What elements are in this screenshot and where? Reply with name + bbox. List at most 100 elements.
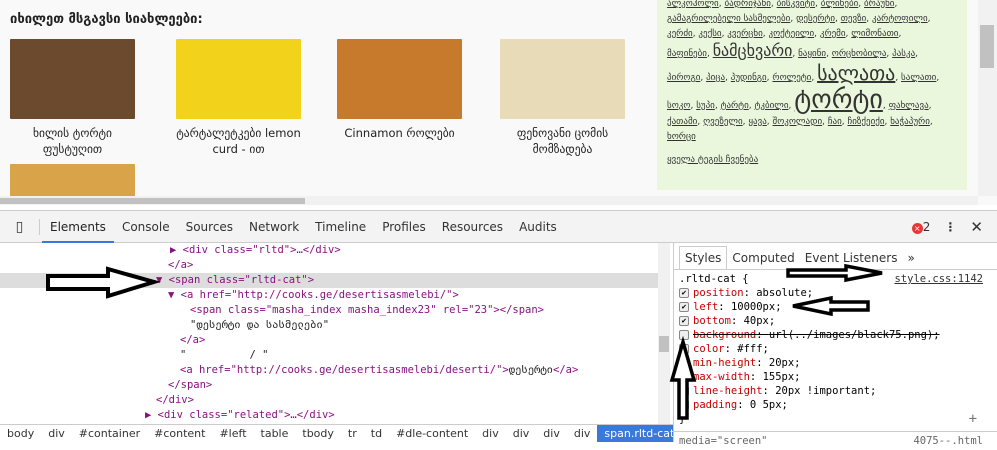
tag-link[interactable]: პასკა — [892, 49, 915, 59]
property-value[interactable]: 40px; — [744, 315, 776, 327]
styles-tab[interactable]: » — [902, 247, 919, 269]
property-value[interactable]: url(../images/black75.png); — [769, 329, 940, 341]
breadcrumb-item[interactable]: tr — [341, 425, 364, 442]
breadcrumb-item[interactable]: div — [567, 425, 598, 442]
tag-link[interactable]: შოკოლადი — [773, 117, 823, 127]
property-name[interactable]: line-height — [693, 385, 763, 397]
property-name[interactable]: position — [693, 287, 744, 299]
property-name[interactable]: left — [693, 301, 718, 313]
tag-link[interactable]: ლიმონათი — [851, 29, 898, 39]
property-name[interactable]: bottom — [693, 315, 731, 327]
tag-link[interactable]: მაფინები — [667, 49, 707, 59]
card-title[interactable]: Cinnamon როლები — [337, 125, 462, 141]
tag-link[interactable]: ტარტი — [721, 101, 749, 111]
tag-link[interactable]: კარტოფილი — [872, 14, 928, 24]
tag-link[interactable]: ხაჭაპური — [890, 117, 930, 127]
dom-node[interactable]: </span> — [0, 378, 658, 393]
property-name[interactable]: max-width — [693, 371, 750, 383]
tag-link[interactable]: კრემი — [820, 29, 846, 39]
tag-link[interactable]: პიცა — [706, 73, 725, 83]
breadcrumb-item[interactable]: #content — [147, 425, 212, 442]
card-thumbnail[interactable] — [337, 39, 462, 119]
related-card[interactable]: ფენოვანი ცომის მომზადება — [500, 39, 625, 157]
tab-timeline[interactable]: Timeline — [307, 211, 374, 243]
tag-link[interactable]: ყავა — [748, 117, 766, 127]
property-value[interactable]: 155px; — [763, 371, 801, 383]
related-card[interactable]: ტარტალეტკები lemon curd - ით — [176, 39, 301, 157]
breadcrumb-item[interactable]: div — [475, 425, 506, 442]
property-checkbox[interactable]: ✔ — [679, 302, 689, 312]
related-card[interactable]: Cinnamon როლები — [337, 39, 462, 141]
card-thumbnail[interactable] — [176, 39, 301, 119]
breadcrumb-item[interactable]: td — [364, 425, 389, 442]
dom-scrollbar[interactable] — [658, 243, 670, 424]
property-name[interactable]: min-height — [693, 357, 756, 369]
tag-link[interactable]: კერძი — [667, 29, 693, 39]
horizontal-scrollbar[interactable] — [0, 196, 978, 205]
tag-link[interactable]: ალკოჰოლი — [667, 0, 719, 9]
property-value[interactable]: 20px !important; — [775, 385, 876, 397]
tag-link[interactable]: ბლინები — [821, 0, 859, 9]
tag-link[interactable]: ფახლავა — [889, 101, 929, 111]
tag-link[interactable]: ქათამი — [667, 117, 697, 127]
tag-link[interactable]: გამაგრილებელი სასმელები — [667, 14, 790, 24]
breadcrumb-item[interactable]: body — [0, 425, 41, 442]
dom-text[interactable]: "დესერტი და სასმელები" — [0, 318, 658, 333]
property-checkbox[interactable] — [679, 330, 689, 340]
tag-link[interactable]: ორცხობილა — [832, 49, 887, 59]
tag-link[interactable]: ბადრიჯანი — [724, 0, 770, 9]
card-thumbnail[interactable] — [500, 39, 625, 119]
dom-node[interactable]: <span class="masha_index masha_index23" … — [0, 303, 658, 318]
tag-link[interactable]: სოკო — [667, 101, 690, 111]
property-value[interactable]: #fff; — [737, 343, 769, 355]
tag-link[interactable]: ჩაი — [828, 117, 842, 127]
tag-link[interactable]: კექსი — [698, 29, 721, 39]
close-icon[interactable]: ✕ — [970, 218, 983, 236]
more-menu-icon[interactable]: ⋮ — [944, 220, 956, 234]
breadcrumb-item[interactable]: #left — [212, 425, 253, 442]
breadcrumb-item[interactable]: #dle-content — [389, 425, 475, 442]
styles-tab[interactable]: Styles — [679, 246, 728, 269]
breadcrumb-item[interactable]: div — [506, 425, 537, 442]
property-checkbox[interactable]: ✔ — [679, 288, 689, 298]
tag-link[interactable]: ნამცხვარი — [713, 41, 793, 60]
breadcrumb-item[interactable]: tbody — [295, 425, 341, 442]
tab-elements[interactable]: Elements — [42, 211, 114, 243]
device-mode-icon[interactable]: ▯ — [0, 218, 40, 235]
dom-node[interactable]: </div> — [0, 393, 658, 408]
tag-link[interactable]: პუდინგი — [731, 73, 767, 83]
show-all-tags-link[interactable]: ყველა ტეგის ჩვენება — [667, 153, 957, 168]
breadcrumb-item[interactable]: div — [41, 425, 72, 442]
tag-link[interactable]: თევზი — [841, 14, 867, 24]
property-name[interactable]: background — [693, 329, 756, 341]
property-name[interactable]: padding — [693, 399, 737, 411]
breadcrumb-item[interactable]: table — [254, 425, 296, 442]
tag-link[interactable]: სუპი — [696, 101, 715, 111]
media-source-link[interactable]: 4075--.html — [913, 434, 983, 448]
breadcrumb-item[interactable]: span.rltd-cat — [597, 425, 673, 442]
tab-profiles[interactable]: Profiles — [374, 211, 434, 243]
card-title[interactable]: ტარტალეტკები lemon curd - ით — [176, 125, 301, 157]
tag-link[interactable]: ჩიზქეიქი — [848, 117, 885, 127]
tab-network[interactable]: Network — [241, 211, 307, 243]
tag-link[interactable]: ნაყინი — [798, 49, 826, 59]
tab-resources[interactable]: Resources — [434, 211, 511, 243]
tab-console[interactable]: Console — [114, 211, 178, 243]
error-counter[interactable]: × 2 — [911, 220, 930, 234]
tag-link[interactable]: ბისკვიტი — [777, 0, 815, 9]
dom-text[interactable]: " / " — [0, 348, 658, 363]
tag-link[interactable]: ღვეზელი — [703, 117, 743, 127]
tag-link[interactable]: დესერტი — [796, 14, 835, 24]
dom-node[interactable]: <a href="http://cooks.ge/desertisasmeleb… — [0, 363, 658, 378]
tag-link[interactable]: ბრაუნი — [864, 0, 894, 9]
card-title[interactable]: ხილის ტორტი ფუსტუღით — [10, 125, 135, 157]
tag-link[interactable]: სალათი — [901, 73, 936, 83]
tag-link[interactable]: კოქტეილი — [768, 29, 814, 39]
tab-sources[interactable]: Sources — [178, 211, 241, 243]
breadcrumb-item[interactable]: #container — [72, 425, 147, 442]
card-title[interactable]: ფენოვანი ცომის მომზადება — [500, 125, 625, 157]
card-thumbnail[interactable] — [10, 39, 135, 119]
vertical-scrollbar[interactable] — [978, 0, 997, 196]
tag-link[interactable]: როლეტი — [772, 73, 811, 83]
dom-node[interactable]: </a> — [0, 333, 658, 348]
